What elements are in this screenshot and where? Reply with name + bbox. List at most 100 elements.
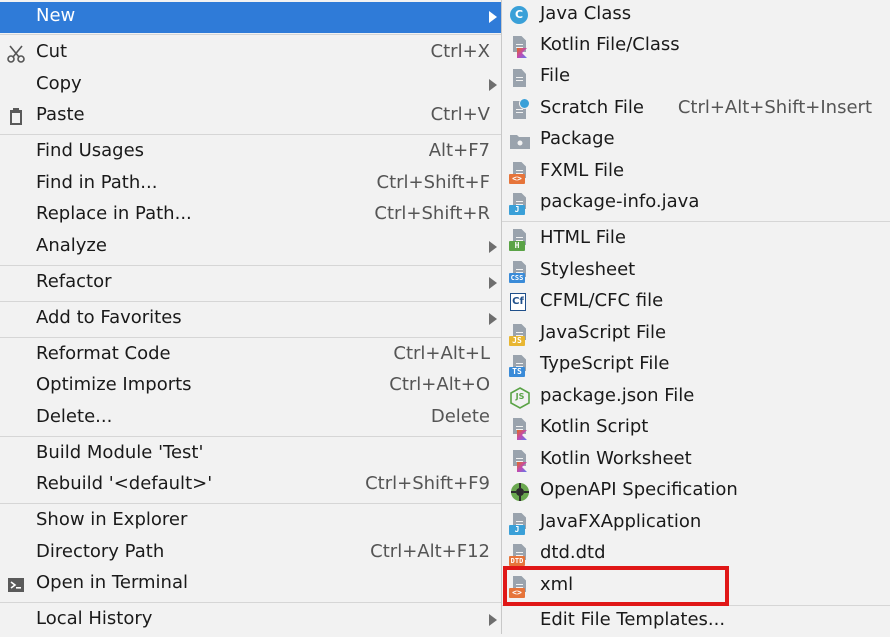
submenu-item-label: Kotlin Script	[540, 416, 649, 437]
javafx-file-icon: J	[509, 513, 531, 535]
menu-item-open-in-terminal[interactable]: Open in Terminal	[0, 569, 501, 600]
menu-item-reformat-code[interactable]: Reformat Code Ctrl+Alt+L	[0, 340, 501, 371]
submenu-item-label: FXML File	[540, 160, 625, 181]
folder-icon	[509, 130, 531, 152]
menu-item-cut[interactable]: Cut Ctrl+X	[0, 38, 501, 69]
menu-separator	[0, 337, 501, 338]
menu-item-copy[interactable]: Copy	[0, 70, 501, 101]
submenu-item-stylesheet[interactable]: CSS Stylesheet	[502, 256, 890, 287]
submenu-item-package[interactable]: Package	[502, 125, 890, 156]
menu-item-label: Refactor	[36, 271, 112, 292]
kotlin-file-icon	[509, 36, 531, 58]
submenu-item-kotlin-script[interactable]: Kotlin Script	[502, 413, 890, 444]
menu-item-add-to-favorites[interactable]: Add to Favorites	[0, 304, 501, 335]
submenu-item-file[interactable]: File	[502, 62, 890, 93]
submenu-item-xml[interactable]: <> xml	[502, 571, 890, 602]
menu-item-find-usages[interactable]: Find Usages Alt+F7	[0, 137, 501, 168]
submenu-item-edit-file-templates[interactable]: Edit File Templates...	[502, 606, 890, 637]
submenu-item-html-file[interactable]: H HTML File	[502, 224, 890, 255]
submenu-item-dtd[interactable]: DTD dtd.dtd	[502, 539, 890, 570]
menu-item-label: Replace in Path...	[36, 203, 192, 224]
new-submenu: C Java Class Kotlin File/Class File Scra…	[502, 0, 890, 634]
submenu-item-scratch-file[interactable]: Scratch File Ctrl+Alt+Shift+Insert	[502, 94, 890, 125]
menu-separator	[0, 301, 501, 302]
submenu-item-package-json-file[interactable]: JS package.json File	[502, 382, 890, 413]
menu-item-label: Show in Explorer	[36, 509, 188, 530]
clipboard-icon	[6, 107, 26, 127]
menu-item-optimize-imports[interactable]: Optimize Imports Ctrl+Alt+O	[0, 371, 501, 402]
menu-item-shortcut: Alt+F7	[428, 140, 490, 161]
submenu-arrow-icon	[489, 11, 497, 23]
submenu-arrow-icon	[489, 313, 497, 325]
menu-item-analyze[interactable]: Analyze	[0, 232, 501, 263]
submenu-item-label: Scratch File	[540, 97, 644, 118]
menu-item-shortcut: Ctrl+Alt+L	[393, 343, 490, 364]
submenu-item-java-class[interactable]: C Java Class	[502, 0, 890, 31]
menu-item-rebuild[interactable]: Rebuild '<default>' Ctrl+Shift+F9	[0, 470, 501, 501]
menu-item-shortcut: Ctrl+X	[430, 41, 490, 62]
submenu-item-label: JavaFXApplication	[540, 511, 702, 532]
menu-item-label: Find Usages	[36, 140, 145, 161]
submenu-item-label: JavaScript File	[540, 322, 667, 343]
submenu-item-openapi-specification[interactable]: OpenAPI Specification	[502, 476, 890, 507]
menu-item-label: Paste	[36, 104, 85, 125]
submenu-item-javascript-file[interactable]: JS JavaScript File	[502, 319, 890, 350]
submenu-item-cfml-file[interactable]: Cf CFML/CFC file	[502, 287, 890, 318]
menu-separator	[0, 436, 501, 437]
menu-item-delete[interactable]: Delete... Delete	[0, 403, 501, 434]
submenu-item-typescript-file[interactable]: TS TypeScript File	[502, 350, 890, 381]
menu-item-label: Build Module 'Test'	[36, 442, 204, 463]
menu-item-label: Open in Terminal	[36, 572, 188, 593]
menu-item-label: Cut	[36, 41, 68, 62]
submenu-arrow-icon	[489, 241, 497, 253]
java-file-icon: J	[509, 193, 531, 215]
submenu-item-label: File	[540, 65, 571, 86]
submenu-item-label: dtd.dtd	[540, 542, 606, 563]
submenu-item-label: TypeScript File	[540, 353, 670, 374]
html-file-icon: H	[509, 229, 531, 251]
submenu-item-label: package-info.java	[540, 191, 700, 212]
menu-item-build-module[interactable]: Build Module 'Test'	[0, 439, 501, 470]
submenu-item-kotlin-worksheet[interactable]: Kotlin Worksheet	[502, 445, 890, 476]
submenu-item-kotlin-file[interactable]: Kotlin File/Class	[502, 31, 890, 62]
scratch-file-icon	[509, 98, 531, 121]
submenu-item-label: CFML/CFC file	[540, 290, 664, 311]
nodejs-icon: JS	[509, 387, 531, 409]
submenu-item-label: xml	[540, 574, 574, 595]
menu-item-show-in-explorer[interactable]: Show in Explorer	[0, 506, 501, 537]
menu-item-refactor[interactable]: Refactor	[0, 268, 501, 299]
menu-item-shortcut: Ctrl+Alt+O	[389, 374, 490, 395]
submenu-item-package-info-java[interactable]: J package-info.java	[502, 188, 890, 219]
menu-item-new[interactable]: New	[0, 2, 501, 33]
kotlin-script-icon	[509, 418, 531, 440]
menu-item-label: Find in Path...	[36, 172, 158, 193]
submenu-item-javafx-application[interactable]: J JavaFXApplication	[502, 508, 890, 539]
menu-item-label: Delete...	[36, 406, 113, 427]
menu-item-shortcut: Ctrl+Alt+F12	[370, 541, 490, 562]
menu-item-find-in-path[interactable]: Find in Path... Ctrl+Shift+F	[0, 169, 501, 200]
terminal-icon	[6, 575, 26, 595]
java-class-icon: C	[509, 5, 531, 27]
menu-separator	[0, 265, 501, 266]
css-file-icon: CSS	[509, 261, 531, 283]
menu-item-directory-path[interactable]: Directory Path Ctrl+Alt+F12	[0, 538, 501, 569]
menu-separator	[0, 134, 501, 135]
menu-item-replace-in-path[interactable]: Replace in Path... Ctrl+Shift+R	[0, 200, 501, 231]
menu-item-label: Reformat Code	[36, 343, 171, 364]
submenu-arrow-icon	[489, 79, 497, 91]
submenu-item-label: Package	[540, 128, 615, 149]
typescript-file-icon: TS	[509, 355, 531, 377]
javascript-file-icon: JS	[509, 324, 531, 346]
submenu-item-label: OpenAPI Specification	[540, 479, 738, 500]
submenu-item-shortcut: Ctrl+Alt+Shift+Insert	[677, 97, 872, 118]
menu-separator	[0, 503, 501, 504]
submenu-item-fxml-file[interactable]: <> FXML File	[502, 157, 890, 188]
submenu-item-label: Edit File Templates...	[540, 609, 726, 630]
menu-separator	[502, 221, 890, 222]
dtd-file-icon: DTD	[509, 544, 531, 566]
cfml-file-icon: Cf	[509, 292, 531, 314]
submenu-item-label: Kotlin Worksheet	[540, 448, 692, 469]
menu-item-label: Local History	[36, 608, 153, 629]
menu-item-local-history[interactable]: Local History	[0, 605, 501, 636]
menu-item-paste[interactable]: Paste Ctrl+V	[0, 101, 501, 132]
